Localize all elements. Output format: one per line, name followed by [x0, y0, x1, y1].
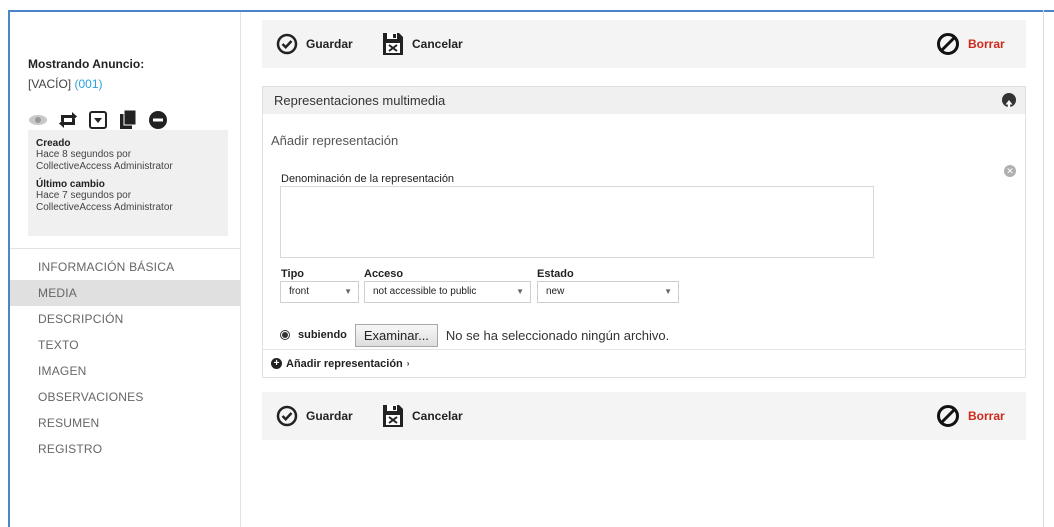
type-value: front: [289, 286, 310, 297]
dropdown-box-icon[interactable]: [88, 110, 108, 130]
record-title: Mostrando Anuncio:: [28, 57, 145, 71]
record-id-link[interactable]: (001): [74, 77, 102, 91]
record-info: Mostrando Anuncio: [VACÍO] (001): [28, 57, 228, 91]
access-select[interactable]: not accessible to public ▼: [364, 281, 531, 303]
sidebar-item-resumen[interactable]: RESUMEN: [10, 410, 240, 436]
add-representation-heading: Añadir representación: [271, 133, 399, 148]
sidebar-item-registro[interactable]: REGISTRO: [10, 436, 240, 462]
record-label: [VACÍO]: [28, 77, 72, 91]
chevron-down-icon: ▼: [516, 287, 524, 296]
record-metadata: Creado Hace 8 segundos por CollectiveAcc…: [28, 130, 228, 236]
cancel-label: Cancelar: [412, 409, 463, 423]
prohibited-icon: [937, 33, 959, 55]
status-value: new: [546, 286, 565, 297]
save-label: Guardar: [306, 409, 353, 423]
access-label: Acceso: [364, 268, 404, 280]
changed-time: Hace 7 segundos por: [36, 190, 132, 201]
cancel-label: Cancelar: [412, 37, 463, 51]
sidebar-item-descripcion[interactable]: DESCRIPCIÓN: [10, 306, 240, 332]
check-circle-icon: [276, 405, 298, 427]
sidebar-item-imagen[interactable]: IMAGEN: [10, 358, 240, 384]
cancel-button-bottom[interactable]: Cancelar: [382, 392, 463, 440]
changed-heading: Último cambio: [36, 179, 105, 190]
name-label: Denominación de la representación: [281, 173, 455, 185]
sidebar-nav: INFORMACIÓN BÁSICA MEDIA DESCRIPCIÓN TEX…: [10, 254, 240, 462]
file-status-text: No se ha seleccionado ningún archivo.: [445, 327, 670, 343]
panel-header: Representaciones multimedia: [263, 87, 1025, 114]
save-button-bottom[interactable]: Guardar: [276, 392, 353, 440]
type-select[interactable]: front ▼: [280, 281, 359, 303]
created-time: Hace 8 segundos por: [36, 149, 132, 160]
check-circle-icon: [276, 33, 298, 55]
sidebar-item-texto[interactable]: TEXTO: [10, 332, 240, 358]
swap-icon[interactable]: [58, 110, 78, 130]
upload-label: subiendo: [298, 329, 347, 341]
record-actions: [28, 110, 168, 130]
eye-icon[interactable]: [28, 110, 48, 130]
sidebar-divider: [10, 248, 240, 249]
record-identifier: [VACÍO] (001): [28, 77, 228, 91]
delete-button[interactable]: Borrar: [936, 20, 1005, 68]
delete-label: Borrar: [968, 409, 1005, 423]
window-right-border: [1043, 10, 1044, 527]
remove-circle-icon[interactable]: [148, 110, 168, 130]
delete-label: Borrar: [968, 37, 1005, 51]
sidebar-item-informacion-basica[interactable]: INFORMACIÓN BÁSICA: [10, 254, 240, 280]
save-label: Guardar: [306, 37, 353, 51]
changed-user: CollectiveAccess Administrator: [36, 202, 173, 213]
top-toolbar: Guardar Cancelar Borrar: [262, 20, 1026, 68]
plus-circle-icon: +: [271, 358, 282, 369]
access-value: not accessible to public: [373, 286, 477, 297]
sidebar-item-media[interactable]: MEDIA: [10, 280, 240, 306]
chevron-right-icon: ›: [406, 359, 410, 368]
chevron-down-icon: ▼: [344, 287, 352, 296]
type-label: Tipo: [281, 268, 305, 280]
add-representation-link[interactable]: + Añadir representación ›: [263, 349, 1025, 377]
delete-button-bottom[interactable]: Borrar: [936, 392, 1005, 440]
browse-button[interactable]: Examinar...: [354, 323, 438, 347]
name-textarea[interactable]: [280, 186, 874, 258]
prohibited-icon: [937, 405, 959, 427]
remove-representation-icon[interactable]: ✕: [1004, 165, 1016, 177]
media-panel: Representaciones multimedia Añadir repre…: [262, 86, 1026, 378]
floppy-cancel-icon: [383, 33, 403, 55]
upload-row: subiendo Examinar... No se ha selecciona…: [280, 323, 669, 347]
created-user: CollectiveAccess Administrator: [36, 161, 173, 172]
panel-title: Representaciones multimedia: [274, 93, 446, 108]
chevron-down-icon: ▼: [664, 287, 672, 296]
sidebar-item-observaciones[interactable]: OBSERVACIONES: [10, 384, 240, 410]
upload-radio[interactable]: [280, 330, 290, 340]
duplicate-icon[interactable]: [118, 110, 138, 130]
created-heading: Creado: [36, 138, 71, 149]
add-representation-label: Añadir representación: [286, 357, 403, 370]
cancel-button[interactable]: Cancelar: [382, 20, 463, 68]
floppy-cancel-icon: [383, 405, 403, 427]
save-button[interactable]: Guardar: [276, 20, 353, 68]
status-label: Estado: [537, 268, 574, 280]
bottom-toolbar: Guardar Cancelar Borrar: [262, 392, 1026, 440]
status-select[interactable]: new ▼: [537, 281, 679, 303]
collapse-icon[interactable]: [1002, 93, 1016, 108]
